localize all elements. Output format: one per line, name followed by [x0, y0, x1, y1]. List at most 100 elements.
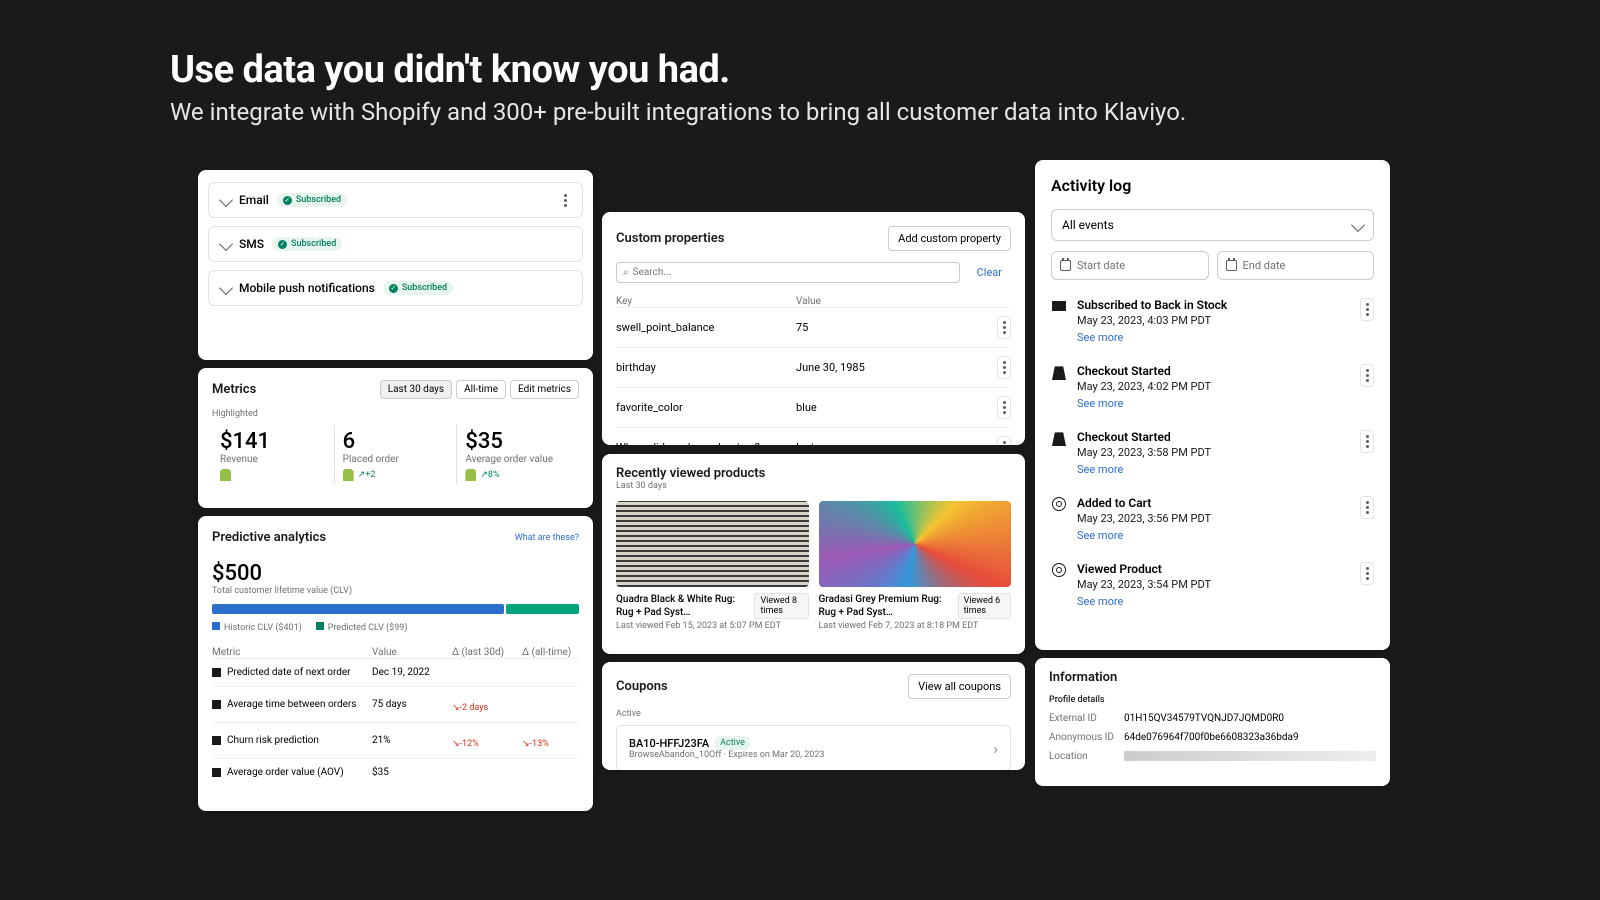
activity-log-panel: Activity log All events Start date End d…	[1035, 160, 1390, 650]
coupon-row[interactable]: BA10-HFFJ23FA Active BrowseAbandon_10Off …	[616, 725, 1011, 770]
custom-props-search[interactable]: ⌕	[616, 262, 960, 283]
stat-value: $35	[465, 429, 571, 454]
info-title: Information	[1049, 670, 1376, 685]
metric-value: 21%	[372, 735, 452, 746]
table-row: swell_point_balance 75	[616, 307, 1011, 347]
event-time: May 23, 2023, 3:58 PM PDT	[1077, 446, 1350, 459]
kebab-icon[interactable]	[558, 194, 572, 207]
info-key: Location	[1049, 751, 1124, 762]
chevron-down-icon	[219, 237, 233, 251]
clv-bar-historic	[212, 604, 504, 614]
predictive-help-link[interactable]: What are these?	[515, 533, 579, 543]
metric-value: Dec 19, 2022	[372, 667, 452, 678]
kebab-icon[interactable]	[997, 316, 1011, 339]
coupon-desc: BrowseAbandon_10Off · Expires on Mar 20,…	[629, 750, 985, 760]
calendar-icon	[1226, 260, 1237, 271]
activity-title: Activity log	[1051, 176, 1374, 195]
kebab-icon[interactable]	[1360, 562, 1374, 585]
col-val: Value	[796, 296, 821, 307]
metrics-range-button[interactable]: All-time	[456, 380, 506, 399]
kebab-icon[interactable]	[1360, 364, 1374, 387]
view-all-coupons-button[interactable]: View all coupons	[908, 674, 1011, 699]
add-custom-property-button[interactable]: Add custom property	[888, 226, 1011, 251]
gear-icon	[1052, 497, 1066, 511]
stat-delta: +2	[358, 470, 376, 480]
col-key: Key	[616, 296, 796, 307]
clear-button[interactable]: Clear	[968, 261, 1011, 284]
table-row: Average time between orders 75 days -2 d…	[212, 686, 579, 722]
activity-event: Checkout Started May 23, 2023, 4:02 PM P…	[1051, 354, 1374, 420]
coupon-status-badge: Active	[715, 736, 750, 750]
event-time: May 23, 2023, 3:54 PM PDT	[1077, 578, 1350, 591]
coupon-code: BA10-HFFJ23FA	[629, 737, 709, 750]
info-value: 64de076964f700f0be6608323a36bda9	[1124, 732, 1299, 743]
see-more-link[interactable]: See more	[1077, 397, 1350, 410]
channel-card[interactable]: SMS Subscribed	[208, 226, 583, 262]
see-more-link[interactable]: See more	[1077, 331, 1350, 344]
hero: Use data you didn't know you had. We int…	[170, 48, 1186, 126]
metrics-range-button[interactable]: Edit metrics	[510, 380, 579, 399]
event-time: May 23, 2023, 3:56 PM PDT	[1077, 512, 1350, 525]
gear-icon	[1052, 563, 1066, 577]
kebab-icon[interactable]	[1360, 298, 1374, 321]
metric-stat: 6 Placed order +2	[335, 425, 458, 485]
delta-30d: -12%	[452, 739, 479, 749]
end-date-input[interactable]: End date	[1217, 251, 1375, 280]
product-title: Quadra Black & White Rug: Rug + Pad Syst…	[616, 593, 750, 619]
kebab-icon[interactable]	[1360, 496, 1374, 519]
calendar-icon	[1060, 260, 1071, 271]
shopify-icon	[343, 469, 354, 481]
shopify-icon	[220, 469, 231, 481]
stat-label: Average order value	[465, 454, 571, 465]
channels-panel: Email Subscribed SMS Subscribed Mobile p…	[198, 170, 593, 360]
activity-filter-label: All events	[1062, 218, 1114, 232]
prop-key: swell_point_balance	[616, 321, 796, 334]
legend-item: Predicted CLV ($99)	[316, 622, 408, 633]
kebab-icon[interactable]	[997, 396, 1011, 419]
kebab-icon[interactable]	[997, 436, 1011, 445]
product-card[interactable]: Quadra Black & White Rug: Rug + Pad Syst…	[616, 501, 809, 631]
chevron-down-icon	[1351, 218, 1365, 232]
event-time: May 23, 2023, 4:03 PM PDT	[1077, 314, 1350, 327]
product-last-viewed: Last viewed Feb 15, 2023 at 5:07 PM EDT	[616, 621, 809, 631]
metric-icon	[212, 736, 221, 745]
product-card[interactable]: Gradasi Grey Premium Rug: Rug + Pad Syst…	[819, 501, 1012, 631]
start-date-input[interactable]: Start date	[1051, 251, 1209, 280]
recent-panel: Recently viewed products Last 30 days Qu…	[602, 454, 1025, 654]
see-more-link[interactable]: See more	[1077, 529, 1350, 542]
coupons-section: Active	[616, 709, 1011, 719]
channel-card[interactable]: Email Subscribed	[208, 182, 583, 218]
col-value: Value	[372, 647, 452, 658]
product-title: Gradasi Grey Premium Rug: Rug + Pad Syst…	[819, 593, 954, 619]
col-d30: Δ (last 30d)	[452, 647, 522, 658]
col-metric: Metric	[212, 647, 372, 658]
see-more-link[interactable]: See more	[1077, 463, 1350, 476]
see-more-link[interactable]: See more	[1077, 595, 1350, 608]
recent-title: Recently viewed products	[616, 466, 1011, 481]
event-time: May 23, 2023, 4:02 PM PDT	[1077, 380, 1350, 393]
custom-props-search-input[interactable]	[633, 267, 953, 278]
activity-filter-dropdown[interactable]: All events	[1051, 209, 1374, 241]
kebab-icon[interactable]	[1360, 430, 1374, 453]
info-key: External ID	[1049, 713, 1124, 724]
prop-key: Where did you hear about us?	[616, 441, 796, 445]
metric-value: $35	[372, 767, 452, 778]
product-image	[616, 501, 809, 587]
subscribed-badge: Subscribed	[277, 193, 347, 207]
kebab-icon[interactable]	[997, 356, 1011, 379]
legend-square-icon	[316, 622, 324, 630]
metric-icon	[212, 668, 221, 677]
stat-delta: 8%	[480, 470, 499, 480]
subscribed-badge: Subscribed	[383, 281, 453, 295]
search-icon: ⌕	[623, 267, 629, 278]
channel-card[interactable]: Mobile push notifications Subscribed	[208, 270, 583, 306]
metric-name: Average order value (AOV)	[212, 767, 372, 778]
metric-name: Average time between orders	[212, 699, 372, 710]
metrics-range-button[interactable]: Last 30 days	[380, 380, 452, 399]
product-views-badge: Viewed 8 times	[754, 593, 808, 619]
coupons-panel: Coupons View all coupons Active BA10-HFF…	[602, 662, 1025, 770]
channel-name: SMS	[239, 237, 264, 251]
table-row: Predicted date of next order Dec 19, 202…	[212, 658, 579, 686]
coupons-title: Coupons	[616, 679, 668, 694]
hero-title: Use data you didn't know you had.	[170, 48, 1186, 92]
